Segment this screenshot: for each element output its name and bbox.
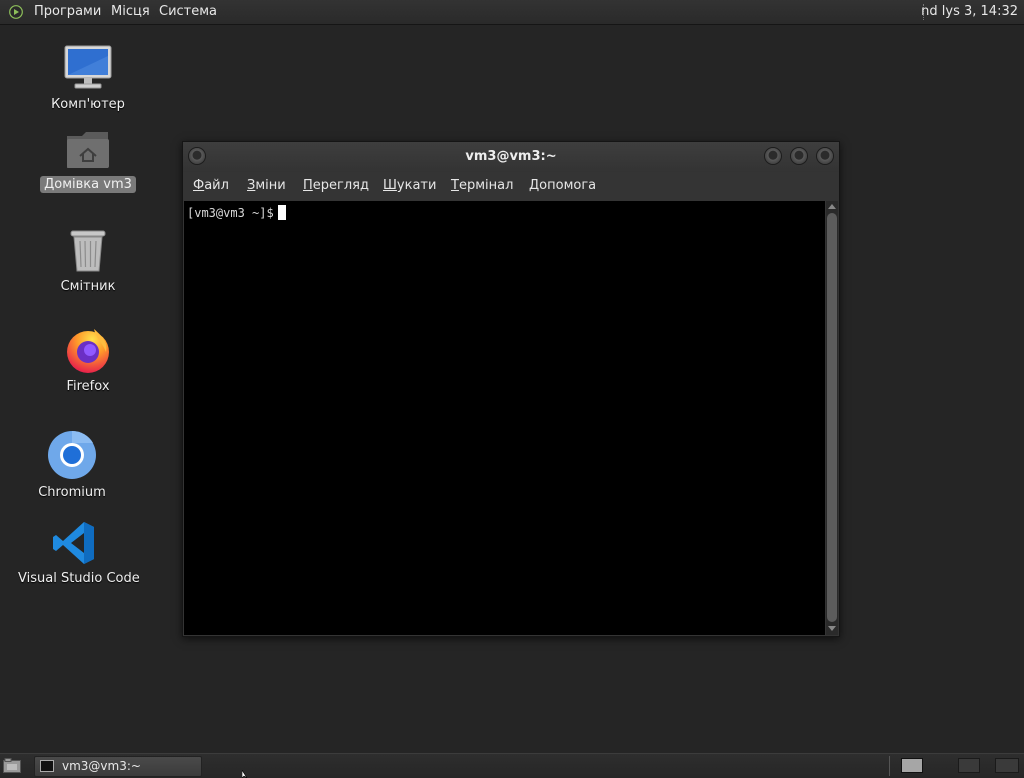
desktop-icon-label: Visual Studio Code xyxy=(18,571,140,586)
terminal-window[interactable]: vm3@vm3:~ Файл Зміни Перегляд Шукати Тер… xyxy=(182,141,840,637)
menu-file[interactable]: Файл xyxy=(193,172,229,200)
minimize-button[interactable] xyxy=(765,148,781,164)
taskbar-item-label: vm3@vm3:~ xyxy=(62,759,141,773)
trash-icon xyxy=(70,230,106,272)
panel-separator xyxy=(889,756,890,776)
maximize-button[interactable] xyxy=(791,148,807,164)
workspace-2[interactable] xyxy=(958,758,980,773)
desktop-icon-label: Домівка vm3 xyxy=(40,176,136,193)
vscode-icon xyxy=(53,522,94,564)
menu-places[interactable]: Місця xyxy=(111,0,150,24)
workspace-3[interactable] xyxy=(995,758,1019,773)
prompt-line: [vm3@vm3 ~]$ xyxy=(187,205,286,220)
scroll-up-arrow-icon[interactable] xyxy=(828,204,836,209)
desktop-icon-trash[interactable]: Смітник xyxy=(38,228,138,295)
menu-applications[interactable]: Програми xyxy=(34,0,101,24)
home-folder-icon xyxy=(67,132,109,168)
desktop-icon-label: Chromium xyxy=(38,485,106,500)
show-desktop-icon[interactable] xyxy=(3,758,21,773)
desktop-icon-label: Смітник xyxy=(60,279,116,294)
close-button[interactable] xyxy=(817,148,833,164)
vertical-scrollbar[interactable] xyxy=(826,201,838,635)
taskbar-item-terminal[interactable]: vm3@vm3:~ xyxy=(34,756,202,777)
desktop-icon-label: Комп'ютер xyxy=(51,97,125,112)
menu-edit[interactable]: Зміни xyxy=(247,172,286,200)
computer-icon xyxy=(64,45,112,89)
terminal-menubar: Файл Зміни Перегляд Шукати Термінал Допо… xyxy=(183,172,839,200)
clock[interactable]: nd lys 3, 14:32 xyxy=(921,0,1018,24)
desktop-icon-label: Firefox xyxy=(66,379,110,394)
chromium-icon xyxy=(48,430,96,479)
scroll-down-arrow-icon[interactable] xyxy=(828,626,836,631)
menu-search[interactable]: Шукати xyxy=(383,172,436,200)
workspace-1[interactable] xyxy=(901,758,923,773)
menu-terminal[interactable]: Термінал xyxy=(451,172,513,200)
title-bar[interactable]: vm3@vm3:~ xyxy=(183,142,839,172)
firefox-icon xyxy=(67,329,109,373)
desktop-icon-computer[interactable]: Комп'ютер xyxy=(38,44,138,113)
desktop-icon-firefox[interactable]: Firefox xyxy=(38,326,138,395)
applications-menu-icon[interactable] xyxy=(9,5,23,19)
window-title: vm3@vm3:~ xyxy=(465,149,557,164)
scroll-thumb[interactable] xyxy=(827,213,837,622)
menu-help[interactable]: Допомога xyxy=(529,172,596,200)
desktop-icon-home[interactable]: Домівка vm3 xyxy=(38,128,138,193)
menu-system[interactable]: Система xyxy=(159,0,217,24)
menu-view[interactable]: Перегляд xyxy=(303,172,369,200)
shell-prompt: [vm3@vm3 ~]$ xyxy=(187,206,274,220)
text-cursor xyxy=(277,205,286,220)
mouse-pointer-icon xyxy=(242,770,248,778)
desktop-icon-chromium[interactable]: Chromium xyxy=(22,430,122,501)
terminal-output[interactable]: [vm3@vm3 ~]$ xyxy=(184,201,825,635)
desktop-icon-vscode[interactable]: Visual Studio Code xyxy=(14,520,140,587)
terminal-icon xyxy=(40,760,54,772)
top-panel: Програми Місця Система nd lys 3, 14:32 xyxy=(0,0,1024,25)
bottom-panel: vm3@vm3:~ xyxy=(0,753,1024,778)
